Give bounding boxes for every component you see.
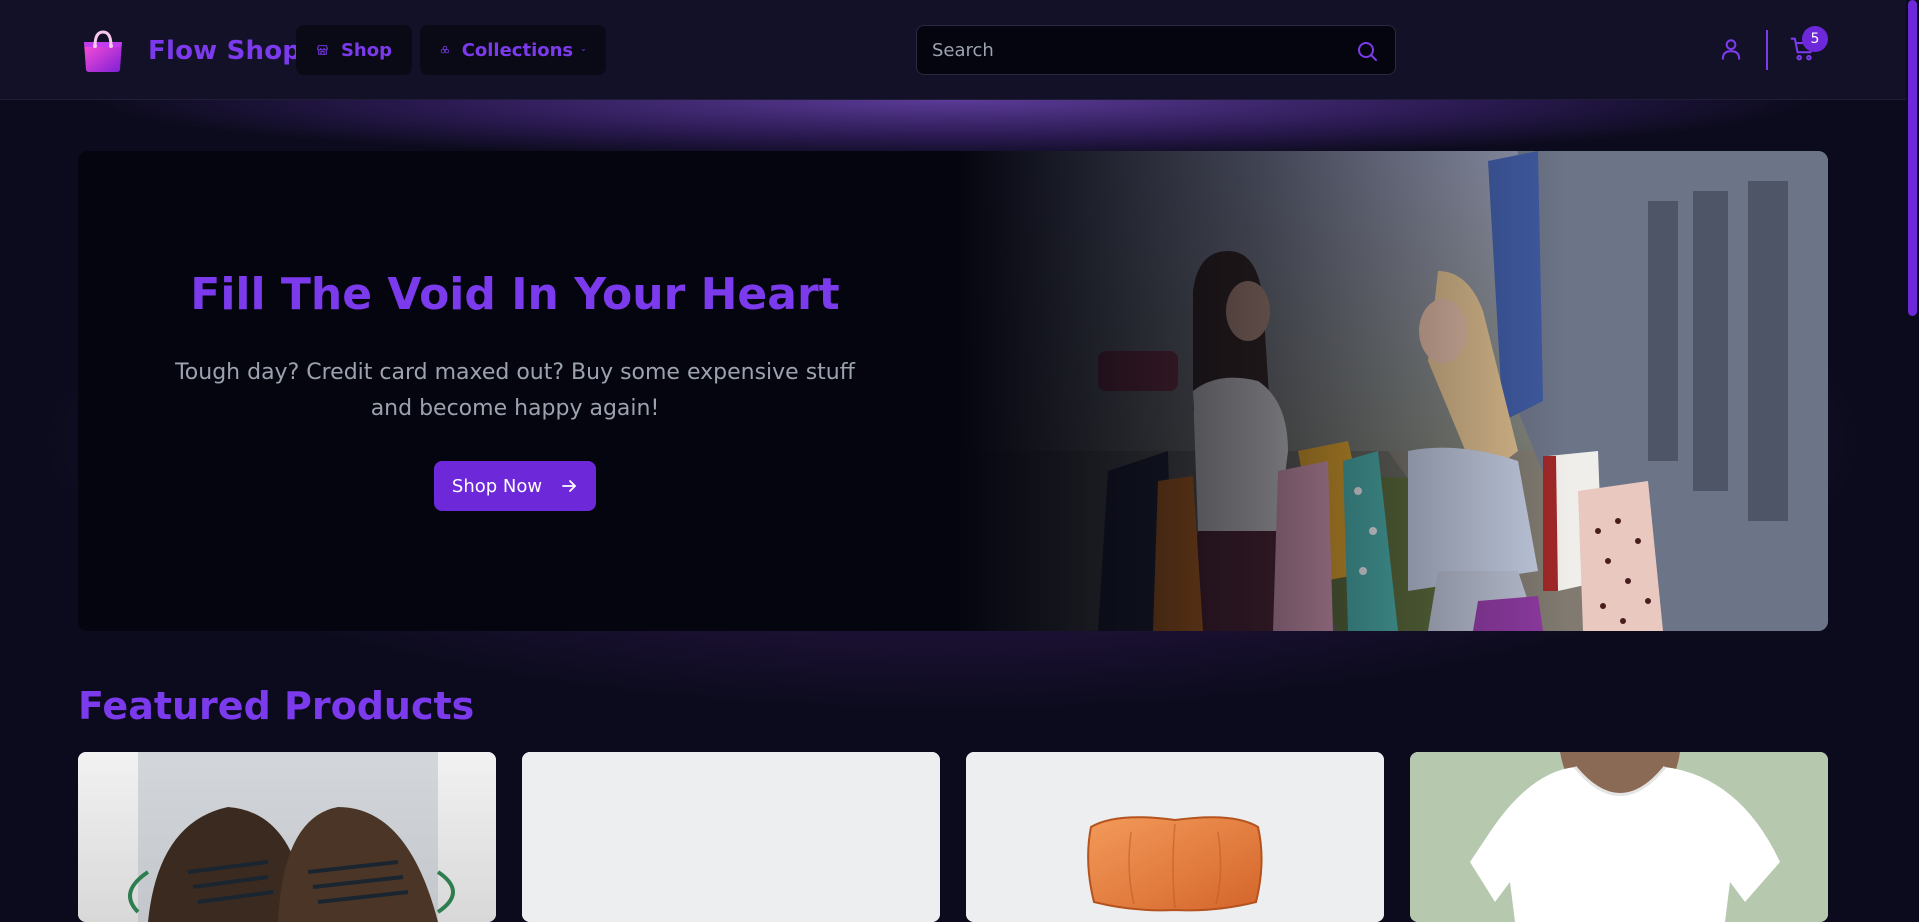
hero-subtitle: Tough day? Credit card maxed out? Buy so… xyxy=(175,360,855,421)
product-image-placeholder xyxy=(522,752,940,922)
page-scrollbar[interactable] xyxy=(1906,0,1919,908)
product-image-tshirt xyxy=(1410,752,1828,922)
clover-icon xyxy=(440,45,449,54)
nav-shop-label: Shop xyxy=(340,39,392,61)
search-icon[interactable] xyxy=(1355,39,1379,63)
user-icon[interactable] xyxy=(1718,36,1744,62)
product-card-shoes[interactable] xyxy=(78,752,496,922)
hero-title: Fill The Void In Your Heart xyxy=(190,269,840,320)
search-input[interactable] xyxy=(917,26,1337,74)
nav-collections-dropdown[interactable]: Collections xyxy=(420,25,606,75)
nav-shop-button[interactable]: Shop xyxy=(296,25,412,75)
shopping-bag-icon xyxy=(84,30,122,72)
hero-image xyxy=(958,151,1828,631)
hero-banner: Fill The Void In Your Heart Tough day? C… xyxy=(78,151,1828,631)
shop-now-button[interactable]: Shop Now xyxy=(434,461,596,511)
featured-products-heading: Featured Products xyxy=(78,684,475,728)
shop-now-label: Shop Now xyxy=(451,475,543,497)
product-card-2[interactable] xyxy=(522,752,940,922)
product-card-tshirt[interactable] xyxy=(1410,752,1828,922)
chevron-down-icon xyxy=(582,49,586,51)
search-box xyxy=(916,25,1396,75)
brand-name: Flow Shop xyxy=(148,36,302,66)
product-image-shoes xyxy=(78,752,496,922)
product-image-chair-seat xyxy=(966,752,1384,922)
nav-collections-label: Collections xyxy=(461,39,574,61)
cart-count-badge: 5 xyxy=(1802,26,1828,52)
site-header: Flow Shop Shop Collections Search 5 xyxy=(0,0,1906,100)
product-card-chair-seat[interactable] xyxy=(966,752,1384,922)
storefront-icon xyxy=(317,45,328,55)
scrollbar-thumb[interactable] xyxy=(1908,0,1917,316)
brand-link[interactable]: Flow Shop xyxy=(80,28,301,74)
arrow-right-icon xyxy=(562,480,576,492)
header-divider xyxy=(1766,30,1768,70)
